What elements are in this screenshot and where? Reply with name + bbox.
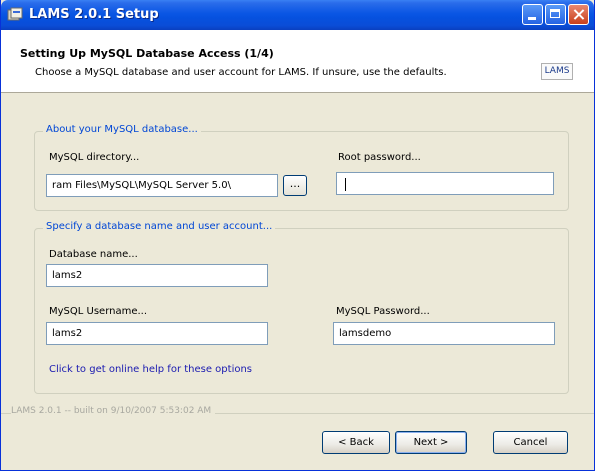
setup-window: LAMS 2.0.1 Setup Setting Up MySQL Databa…: [0, 0, 595, 471]
window-title: LAMS 2.0.1 Setup: [29, 7, 159, 22]
mysql-database-group: [34, 131, 569, 211]
mysql-password-input[interactable]: lamsdemo: [333, 322, 555, 345]
text-caret: [345, 178, 346, 191]
close-icon[interactable]: [568, 4, 589, 25]
root-password-input[interactable]: [336, 172, 554, 195]
online-help-link[interactable]: Click to get online help for these optio…: [49, 364, 252, 375]
mysql-username-input[interactable]: lams2: [46, 322, 268, 345]
mysql-group-label: About your MySQL database...: [43, 124, 201, 135]
mysql-directory-input[interactable]: ram Files\MySQL\MySQL Server 5.0\: [46, 174, 278, 197]
database-group-label: Specify a database name and user account…: [43, 221, 276, 232]
root-password-label: Root password...: [338, 152, 421, 163]
mysql-password-label: MySQL Password...: [336, 306, 430, 317]
mysql-directory-label: MySQL directory...: [49, 152, 140, 163]
title-bar[interactable]: LAMS 2.0.1 Setup: [1, 0, 594, 30]
database-name-input[interactable]: lams2: [46, 264, 268, 287]
version-info: LAMS 2.0.1 -- built on 9/10/2007 5:53:02…: [11, 406, 216, 416]
minimize-icon[interactable]: [522, 4, 543, 25]
wizard-header: Setting Up MySQL Database Access (1/4) C…: [1, 30, 594, 93]
browse-button[interactable]: ...: [283, 175, 307, 196]
lams-logo: LAMS: [541, 63, 573, 80]
back-button[interactable]: < Back: [322, 431, 390, 454]
installer-icon: [7, 7, 23, 21]
page-title: Setting Up MySQL Database Access (1/4): [20, 47, 274, 60]
next-button[interactable]: Next >: [395, 431, 467, 454]
maximize-icon[interactable]: [545, 4, 566, 25]
page-subtitle: Choose a MySQL database and user account…: [35, 67, 447, 78]
database-name-label: Database name...: [49, 249, 138, 260]
cancel-button[interactable]: Cancel: [493, 431, 568, 454]
mysql-username-label: MySQL Username...: [49, 306, 148, 317]
